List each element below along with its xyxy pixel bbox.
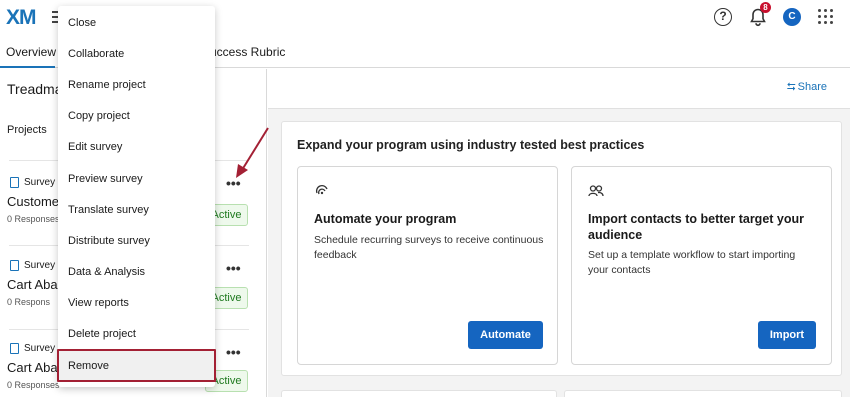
next-card: [281, 390, 557, 397]
share-button[interactable]: ⮀ Share: [787, 81, 827, 94]
card-description: Schedule recurring surveys to receive co…: [314, 234, 544, 261]
menu-item-remove[interactable]: Remove: [68, 360, 109, 372]
card-title: Automate your program: [314, 212, 457, 226]
more-options-icon[interactable]: •••: [226, 345, 241, 359]
card-description: Set up a template workflow to start impo…: [588, 249, 796, 276]
project-name[interactable]: Custome: [7, 194, 59, 209]
menu-item-translate-survey[interactable]: Translate survey: [68, 204, 149, 216]
tab-active-indicator: [0, 66, 55, 68]
project-responses: 0 Responses: [7, 214, 60, 224]
import-contacts-card: Import contacts to better target your au…: [571, 166, 832, 365]
menu-item-edit-survey[interactable]: Edit survey: [68, 141, 122, 153]
main-content: ⮀ Share Expand your program using industr…: [268, 69, 850, 397]
card-title: Import contacts to better target your au…: [588, 212, 804, 242]
tab-success-rubric[interactable]: uccess Rubric: [210, 45, 285, 59]
program-title: Treadma: [7, 81, 63, 97]
automate-card: Automate your program Schedule recurring…: [297, 166, 558, 365]
help-icon[interactable]: ?: [714, 8, 732, 26]
import-button[interactable]: Import: [758, 321, 816, 349]
tab-overview[interactable]: Overview: [6, 45, 56, 59]
menu-item-preview-survey[interactable]: Preview survey: [68, 173, 143, 185]
menu-item-data-analysis[interactable]: Data & Analysis: [68, 266, 145, 278]
more-options-icon[interactable]: •••: [226, 261, 241, 275]
survey-icon: [10, 260, 19, 271]
next-card: [564, 390, 842, 397]
annotation-arrow: [236, 127, 269, 178]
best-practices-panel: Expand your program using industry teste…: [281, 121, 842, 376]
more-options-icon[interactable]: •••: [226, 176, 241, 190]
survey-icon: [10, 343, 19, 354]
menu-item-view-reports[interactable]: View reports: [68, 297, 129, 309]
menu-item-collaborate[interactable]: Collaborate: [68, 48, 124, 60]
menu-item-copy-project[interactable]: Copy project: [68, 110, 130, 122]
automation-icon: [315, 185, 328, 195]
menu-item-distribute-survey[interactable]: Distribute survey: [68, 235, 150, 247]
content-header: ⮀ Share: [268, 69, 850, 109]
project-name[interactable]: Cart Abar: [7, 277, 62, 292]
survey-icon: [10, 177, 19, 188]
xm-logo[interactable]: XM: [6, 6, 36, 30]
menu-item-rename-project[interactable]: Rename project: [68, 79, 146, 91]
apps-grid-icon[interactable]: [818, 9, 833, 24]
project-type: Survey: [24, 343, 56, 354]
project-type: Survey: [24, 260, 56, 271]
automate-button[interactable]: Automate: [468, 321, 543, 349]
menu-item-close[interactable]: Close: [68, 17, 96, 29]
avatar[interactable]: C: [783, 8, 801, 26]
contacts-icon: [588, 185, 604, 197]
project-actions-menu: Close Collaborate Rename project Copy pr…: [58, 6, 215, 387]
menu-item-delete-project[interactable]: Delete project: [68, 328, 136, 340]
share-icon: ⮀: [786, 81, 796, 93]
project-responses: 0 Responses: [7, 380, 60, 390]
project-type: Survey: [24, 177, 56, 188]
project-name[interactable]: Cart Aba: [7, 360, 58, 375]
share-label: Share: [797, 81, 827, 93]
projects-label: Projects: [7, 124, 47, 136]
panel-title: Expand your program using industry teste…: [297, 138, 645, 152]
notification-badge: 8: [760, 2, 771, 13]
project-responses: 0 Respons: [7, 297, 51, 307]
